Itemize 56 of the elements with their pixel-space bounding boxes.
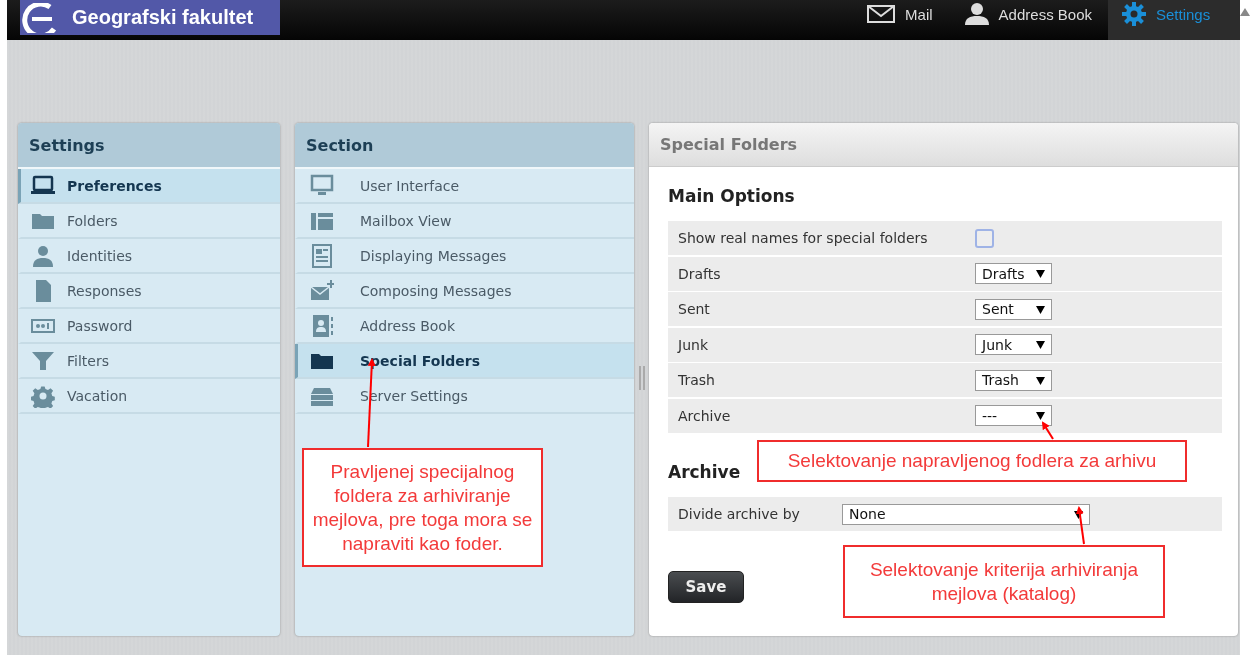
dropdown[interactable]: Trash — [975, 369, 1052, 391]
menu-item[interactable]: Composing Messages — [295, 274, 634, 309]
dropdown[interactable]: --- — [975, 405, 1052, 426]
gear-icon — [1122, 2, 1146, 26]
menu-item[interactable]: Responses — [18, 274, 280, 309]
menu-item[interactable]: User Interface — [295, 169, 634, 204]
dropdown[interactable]: Junk — [975, 334, 1052, 355]
menu-item[interactable]: Preferences — [18, 169, 280, 204]
menu-item[interactable]: Password — [18, 309, 280, 344]
annotation-callout: Selektovanje napravljenog fodlera za arhivu — [757, 440, 1187, 482]
field-label: Drafts — [678, 265, 722, 282]
section-heading: Archive — [668, 462, 741, 484]
field-label: Show real names for special folders — [678, 230, 929, 246]
annotation-callout: Pravljenej specijalnog foldera za arhiviranje mejlova, pre toga mora se napraviti kao foder. — [302, 448, 543, 567]
splitter-handle[interactable] — [639, 366, 645, 390]
caret-icon — [1036, 340, 1045, 349]
panel-title: Settings — [18, 123, 280, 169]
caret-icon — [1036, 375, 1045, 385]
field-label: Trash — [678, 372, 716, 388]
checkbox[interactable] — [975, 228, 994, 248]
scroll-up-icon[interactable] — [1240, 8, 1250, 16]
caret-icon — [1036, 269, 1045, 278]
caret-icon — [1036, 411, 1045, 420]
envelope-plus-icon — [310, 278, 334, 303]
nav-tab[interactable]: Address Book — [948, 0, 1108, 40]
panel-title: Special Folders — [649, 123, 1238, 167]
annotation-arrow — [1075, 506, 1085, 545]
document-icon — [310, 243, 334, 268]
field-label: Junk — [678, 336, 709, 353]
dropdown[interactable]: Drafts — [975, 263, 1052, 284]
envelope-icon — [867, 5, 896, 23]
menu-item[interactable]: Folders — [18, 204, 280, 239]
person-icon — [31, 243, 55, 268]
brand-name: Geografski fakultet — [72, 6, 254, 29]
annotation-arrow — [1041, 421, 1054, 440]
field-label: Divide archive by — [678, 506, 801, 522]
section-heading: Main Options — [668, 186, 795, 208]
caret-icon — [1036, 304, 1045, 314]
dropdown[interactable]: Sent — [975, 298, 1052, 320]
contact-card-icon — [310, 313, 334, 338]
nav-tab[interactable]: Settings — [1108, 0, 1240, 40]
menu-item[interactable]: Filters — [18, 344, 280, 379]
nav-tab[interactable]: Mail — [851, 0, 949, 40]
field-label: Sent — [678, 301, 711, 317]
menu-item[interactable]: Identities — [18, 239, 280, 274]
panel-title: Section — [295, 123, 634, 169]
caret-icon — [1074, 509, 1083, 519]
field-label: Archive — [678, 407, 732, 424]
menu-item[interactable]: Vacation — [18, 379, 280, 414]
menu-item[interactable]: Displaying Messages — [295, 239, 634, 274]
monitor-icon — [310, 173, 334, 198]
save-button[interactable]: Save — [668, 570, 744, 603]
dropdown[interactable]: None — [842, 503, 1090, 525]
annotation-callout: Selektovanje kriterija arhiviranja mejlova (katalog) — [843, 545, 1165, 618]
menu-item[interactable]: Mailbox View — [295, 204, 634, 239]
person-icon — [964, 3, 989, 25]
